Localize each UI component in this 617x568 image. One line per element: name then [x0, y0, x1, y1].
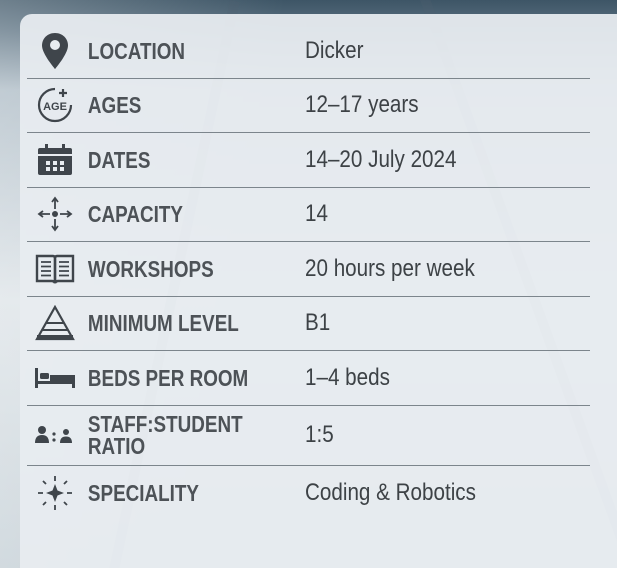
staff-student-ratio-value: 1:5 [305, 421, 334, 448]
dates-label: DATES [87, 146, 151, 173]
minimum-level-value: B1 [305, 309, 331, 337]
speciality-value: Coding & Robotics [305, 478, 476, 506]
workshops-label: WORKSHOPS [87, 255, 214, 282]
staff-student-ratio-label: STAFF:STUDENT RATIO [87, 411, 243, 459]
row-workshops: WORKSHOPS 20 hours per week [27, 242, 590, 297]
row-location: LOCATION Dicker [27, 24, 590, 79]
row-beds-per-room: BEDS PER ROOM 1–4 beds [27, 351, 590, 406]
location-value: Dicker [305, 36, 364, 64]
location-pin-icon [27, 32, 83, 70]
pyramid-icon [27, 305, 83, 341]
dates-value: 14–20 July 2024 [305, 145, 457, 173]
capacity-label: CAPACITY [87, 201, 183, 228]
bed-icon [27, 367, 83, 389]
row-ages: AGE AGES 12–17 years [27, 79, 590, 133]
speciality-label: SPECIALITY [87, 479, 200, 506]
star-burst-icon [27, 474, 83, 512]
age-icon: AGE [27, 87, 83, 123]
minimum-level-label: MINIMUM LEVEL [87, 310, 239, 337]
row-speciality: SPECIALITY Coding & Robotics [27, 466, 590, 521]
ages-value: 12–17 years [305, 91, 419, 119]
capacity-arrows-icon [27, 195, 83, 233]
beds-per-room-value: 1–4 beds [305, 363, 390, 391]
row-minimum-level: MINIMUM LEVEL B1 [27, 297, 590, 351]
svg-text:AGE: AGE [43, 101, 67, 113]
calendar-icon [27, 143, 83, 176]
open-book-icon [27, 253, 83, 285]
workshops-value: 20 hours per week [305, 254, 475, 282]
camp-details-table: LOCATION Dicker AGE AGES 12–17 years DAT… [27, 24, 590, 520]
row-staff-student-ratio: STAFF:STUDENT RATIO 1:5 [27, 406, 590, 466]
row-capacity: CAPACITY 14 [27, 188, 590, 242]
location-label: LOCATION [87, 37, 186, 64]
beds-per-room-label: BEDS PER ROOM [87, 364, 249, 391]
ages-label: AGES [87, 92, 142, 119]
row-dates: DATES 14–20 July 2024 [27, 133, 590, 188]
capacity-value: 14 [305, 200, 328, 228]
staff-student-icon [27, 425, 83, 445]
